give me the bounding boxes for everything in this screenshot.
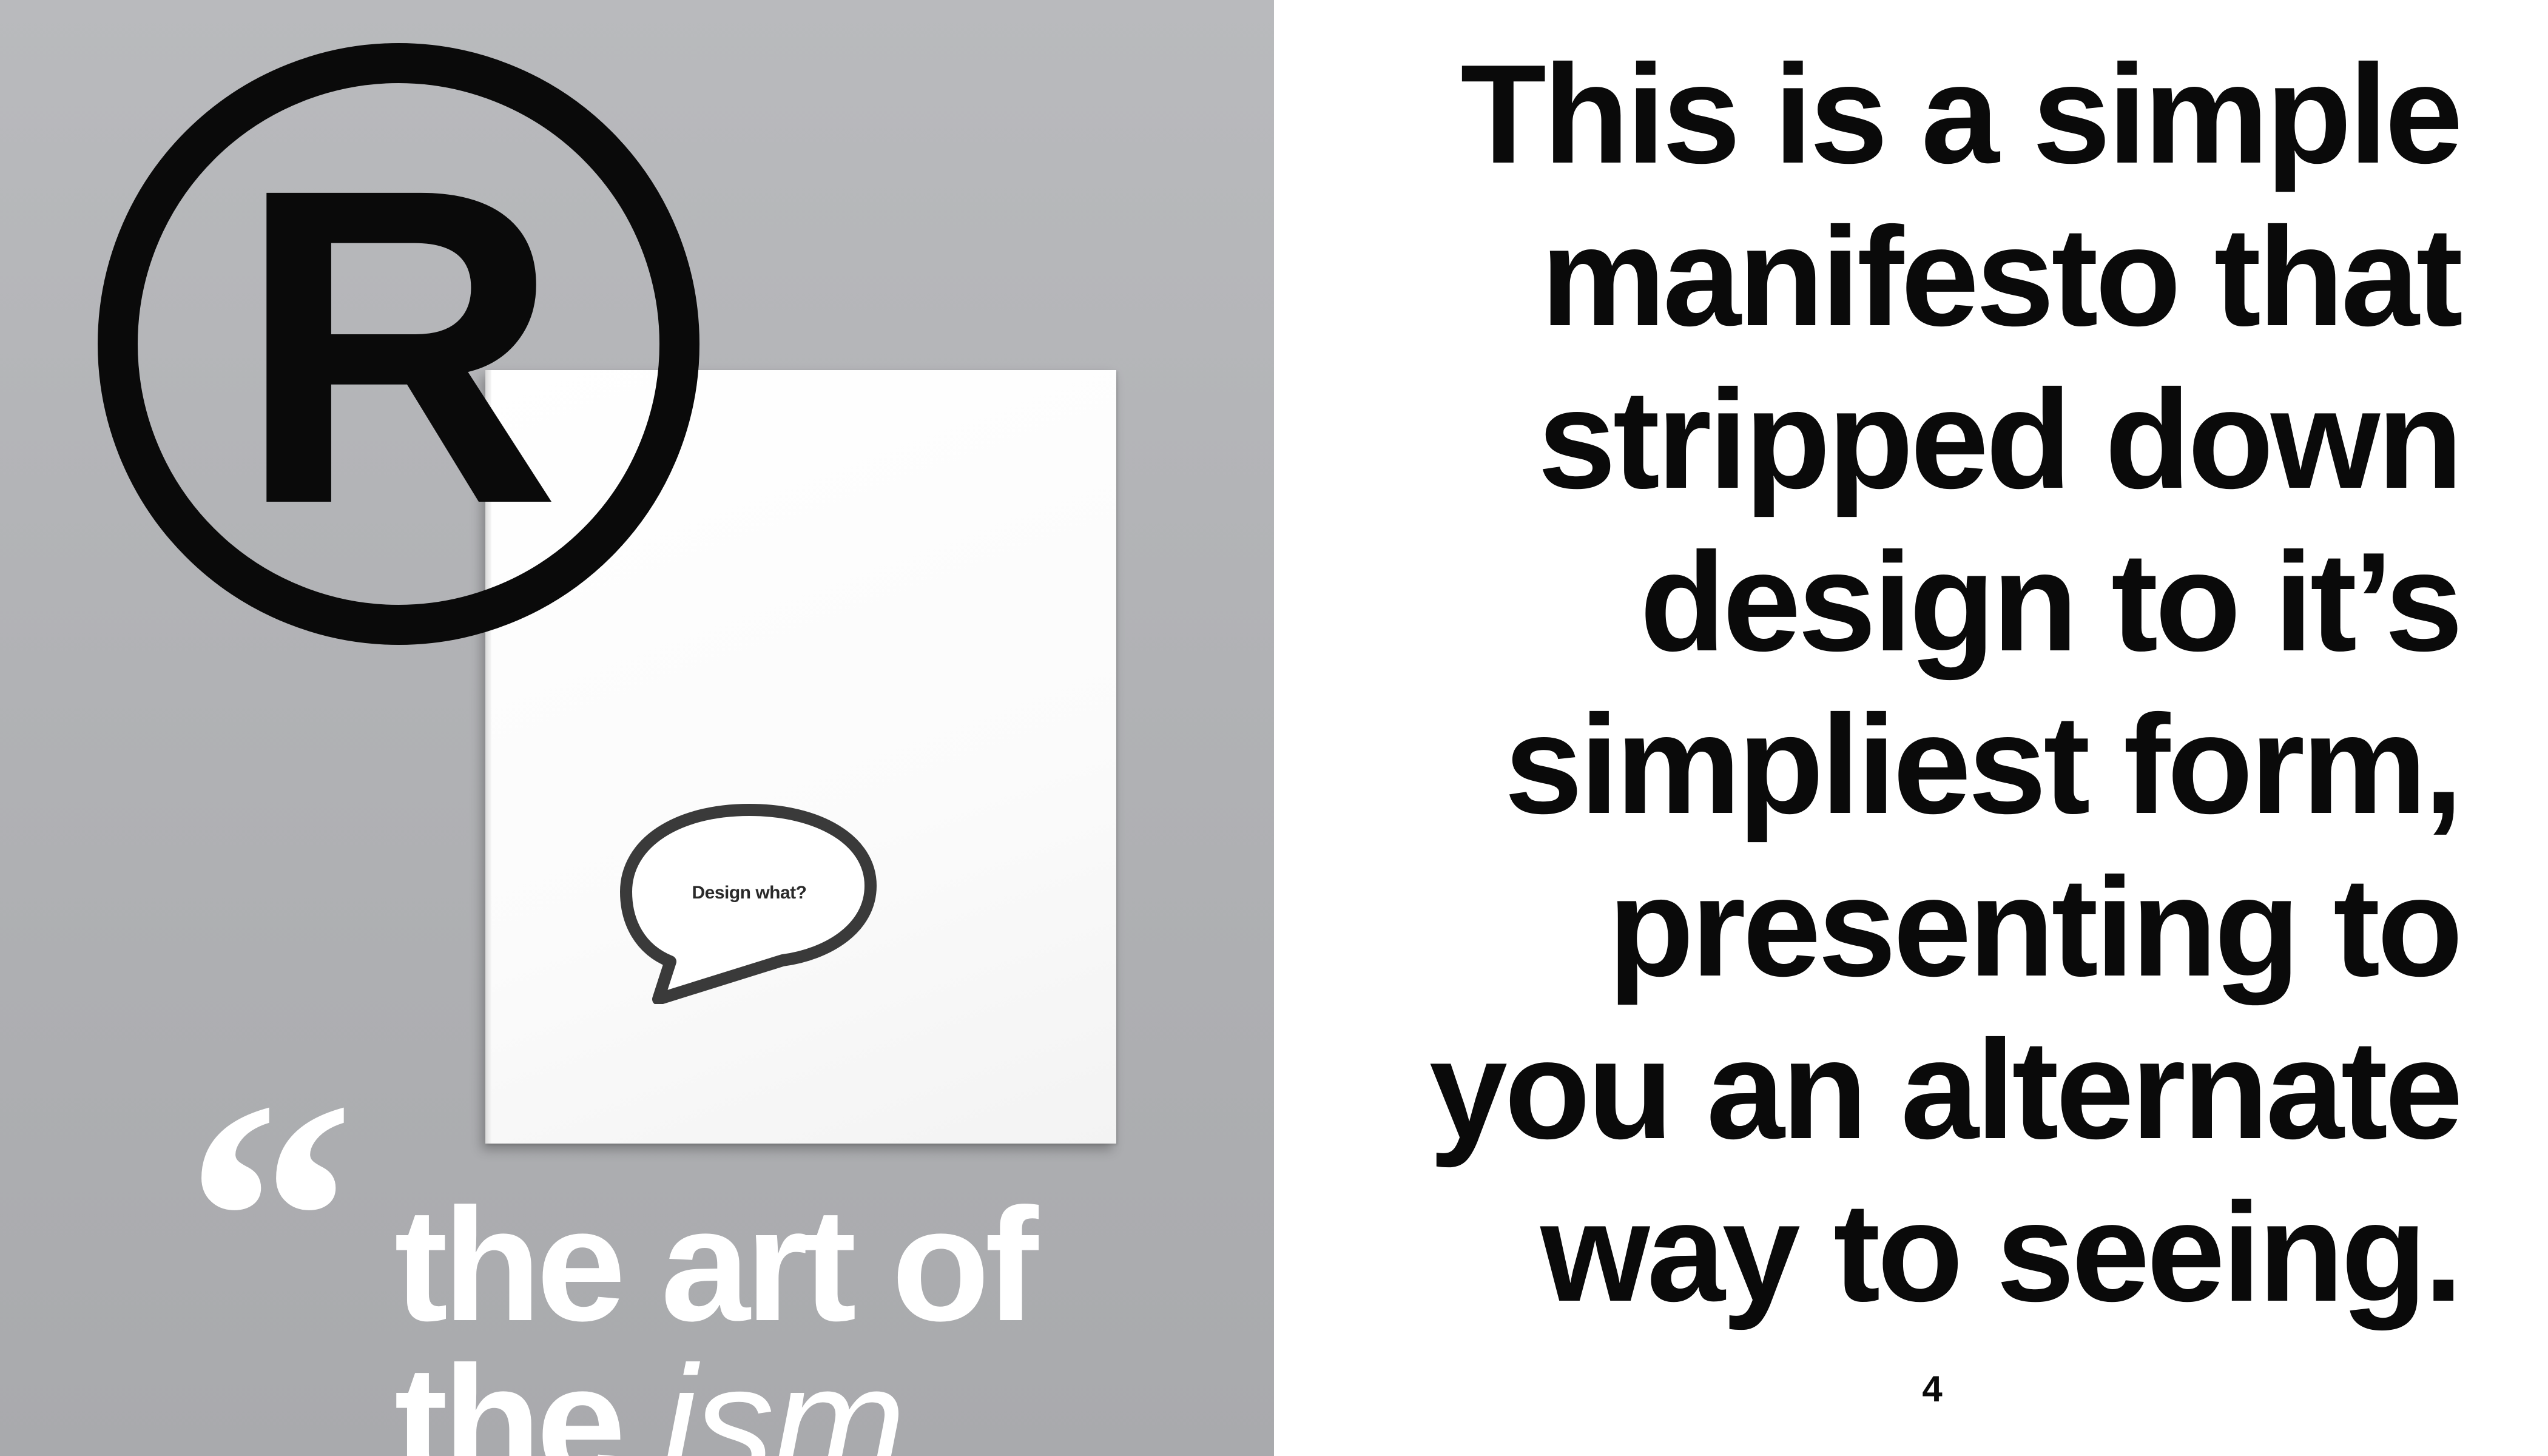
left-page: Design what? R “ the art of the ism: [0, 0, 1274, 1456]
open-quote-mark: “: [185, 1031, 355, 1407]
page-number: 4: [1922, 1369, 1943, 1409]
manifesto-line: This is a simple: [1460, 36, 2463, 193]
manifesto-line: design to it’s: [1639, 524, 2463, 681]
headline-italic-word: ism: [661, 1333, 906, 1456]
manifesto-line: you an alternate: [1429, 1011, 2463, 1168]
headline-line-1: the art of: [394, 1175, 1039, 1355]
registered-trademark-icon: R: [98, 43, 699, 645]
manifesto-line: presenting to: [1608, 849, 2463, 1006]
speech-bubble: Design what?: [619, 804, 880, 1004]
speech-bubble-icon: [620, 804, 877, 1004]
bubble-text: Design what?: [692, 883, 807, 903]
headline-line-2: the ism: [394, 1343, 1034, 1456]
manifesto-text: This is a simple manifesto that stripped…: [1429, 33, 2463, 1334]
manifesto-line: way to seeing.: [1540, 1174, 2463, 1331]
right-page: This is a simple manifesto that stripped…: [1274, 0, 2548, 1456]
headline-line-2-prefix: the: [394, 1333, 661, 1456]
manifesto-line: stripped down: [1537, 361, 2463, 518]
art-headline: the art of the ism: [394, 1175, 1039, 1456]
manifesto-line: manifesto that: [1540, 198, 2463, 356]
registered-letter: R: [237, 95, 561, 597]
manifesto-line: simpliest form,: [1504, 686, 2463, 843]
magazine-spread: Design what? R “ the art of the ism This…: [0, 0, 2548, 1456]
